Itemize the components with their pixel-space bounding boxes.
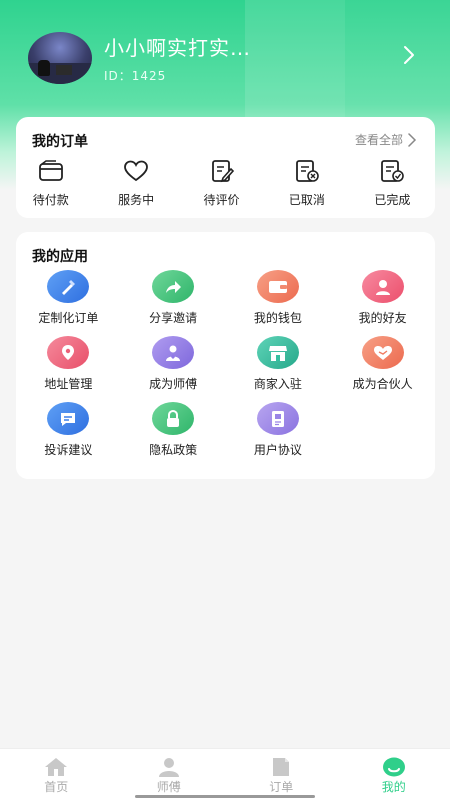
order-in-service[interactable]: 服务中 <box>93 159 178 215</box>
bottom-tab-bar: 首页 师傅 订单 我的 <box>0 748 450 800</box>
master-icon <box>158 758 179 777</box>
tab-label: 师傅 <box>156 780 181 794</box>
document-icon <box>256 402 299 435</box>
app-label: 我的好友 <box>358 311 407 325</box>
order-label: 已取消 <box>288 193 325 207</box>
app-privacy-policy[interactable]: 隐私政策 <box>121 402 226 458</box>
done-document-icon <box>381 160 405 182</box>
my-orders-card: 我的订单 查看全部 待付款 服务中 待评价 已取消 已完成 <box>16 117 435 218</box>
app-become-master[interactable]: 成为师傅 <box>121 336 226 392</box>
app-become-partner[interactable]: 成为合伙人 <box>330 336 435 392</box>
home-icon <box>45 758 68 776</box>
app-my-friends[interactable]: 我的好友 <box>330 270 435 326</box>
my-apps-card: 我的应用 定制化订单 分享邀请 我的钱包 我的好友 地址管理 成为师傅 商家入驻… <box>16 232 435 479</box>
order-pending-payment[interactable]: 待付款 <box>8 159 93 215</box>
app-merchant-join[interactable]: 商家入驻 <box>226 336 331 392</box>
friend-icon <box>361 270 404 303</box>
heart-icon <box>124 160 149 182</box>
user-id: ID：1425 <box>104 69 167 83</box>
message-icon <box>47 402 90 435</box>
share-icon <box>152 270 195 303</box>
order-to-review[interactable]: 待评价 <box>179 159 264 215</box>
order-cancelled[interactable]: 已取消 <box>264 159 349 215</box>
tab-label: 我的 <box>381 780 406 794</box>
edit-note-icon <box>211 160 234 183</box>
order-label: 已完成 <box>374 193 411 207</box>
profile-icon <box>382 757 405 777</box>
app-label: 隐私政策 <box>149 443 198 457</box>
app-label: 商家入驻 <box>253 377 302 391</box>
app-share-invite[interactable]: 分享邀请 <box>121 270 226 326</box>
home-indicator <box>135 795 315 798</box>
view-all-label: 查看全部 <box>354 133 403 147</box>
tab-label: 订单 <box>269 780 294 794</box>
apps-title: 我的应用 <box>32 249 88 265</box>
username: 小小啊实打实… <box>104 36 251 60</box>
order-icon <box>273 758 290 776</box>
app-label: 成为合伙人 <box>352 377 413 391</box>
avatar[interactable] <box>28 32 92 84</box>
profile-header[interactable]: 小小啊实打实… ID：1425 <box>28 30 428 86</box>
custom-order-icon <box>47 270 90 303</box>
tab-orders[interactable]: 订单 <box>225 749 338 800</box>
orders-title: 我的订单 <box>32 134 88 150</box>
master-icon <box>152 336 195 369</box>
store-icon <box>256 336 299 369</box>
app-label: 定制化订单 <box>38 311 99 325</box>
tab-home[interactable]: 首页 <box>0 749 113 800</box>
cancel-document-icon <box>296 160 319 182</box>
chevron-right-icon[interactable] <box>398 44 420 66</box>
app-label: 成为师傅 <box>149 377 198 391</box>
order-label: 待评价 <box>203 193 240 207</box>
wallet-icon <box>38 160 63 181</box>
app-address-management[interactable]: 地址管理 <box>16 336 121 392</box>
app-label: 地址管理 <box>44 377 93 391</box>
order-label: 待付款 <box>32 193 69 207</box>
app-complaints-suggestions[interactable]: 投诉建议 <box>16 402 121 458</box>
chevron-right-icon <box>408 132 417 147</box>
app-label: 投诉建议 <box>44 443 93 457</box>
location-icon <box>47 336 90 369</box>
view-all-orders-link[interactable]: 查看全部 <box>355 131 417 148</box>
app-user-agreement[interactable]: 用户协议 <box>226 402 331 458</box>
tab-mine[interactable]: 我的 <box>338 749 450 800</box>
tab-master[interactable]: 师傅 <box>113 749 226 800</box>
tab-label: 首页 <box>44 780 69 794</box>
app-label: 分享邀请 <box>149 311 198 325</box>
lock-icon <box>152 402 195 435</box>
wallet-icon <box>256 270 299 303</box>
handshake-icon <box>361 336 404 369</box>
app-my-wallet[interactable]: 我的钱包 <box>226 270 331 326</box>
app-label: 用户协议 <box>253 443 302 457</box>
app-custom-order[interactable]: 定制化订单 <box>16 270 121 326</box>
order-label: 服务中 <box>118 193 155 207</box>
app-label: 我的钱包 <box>253 311 302 325</box>
order-completed[interactable]: 已完成 <box>350 159 435 215</box>
